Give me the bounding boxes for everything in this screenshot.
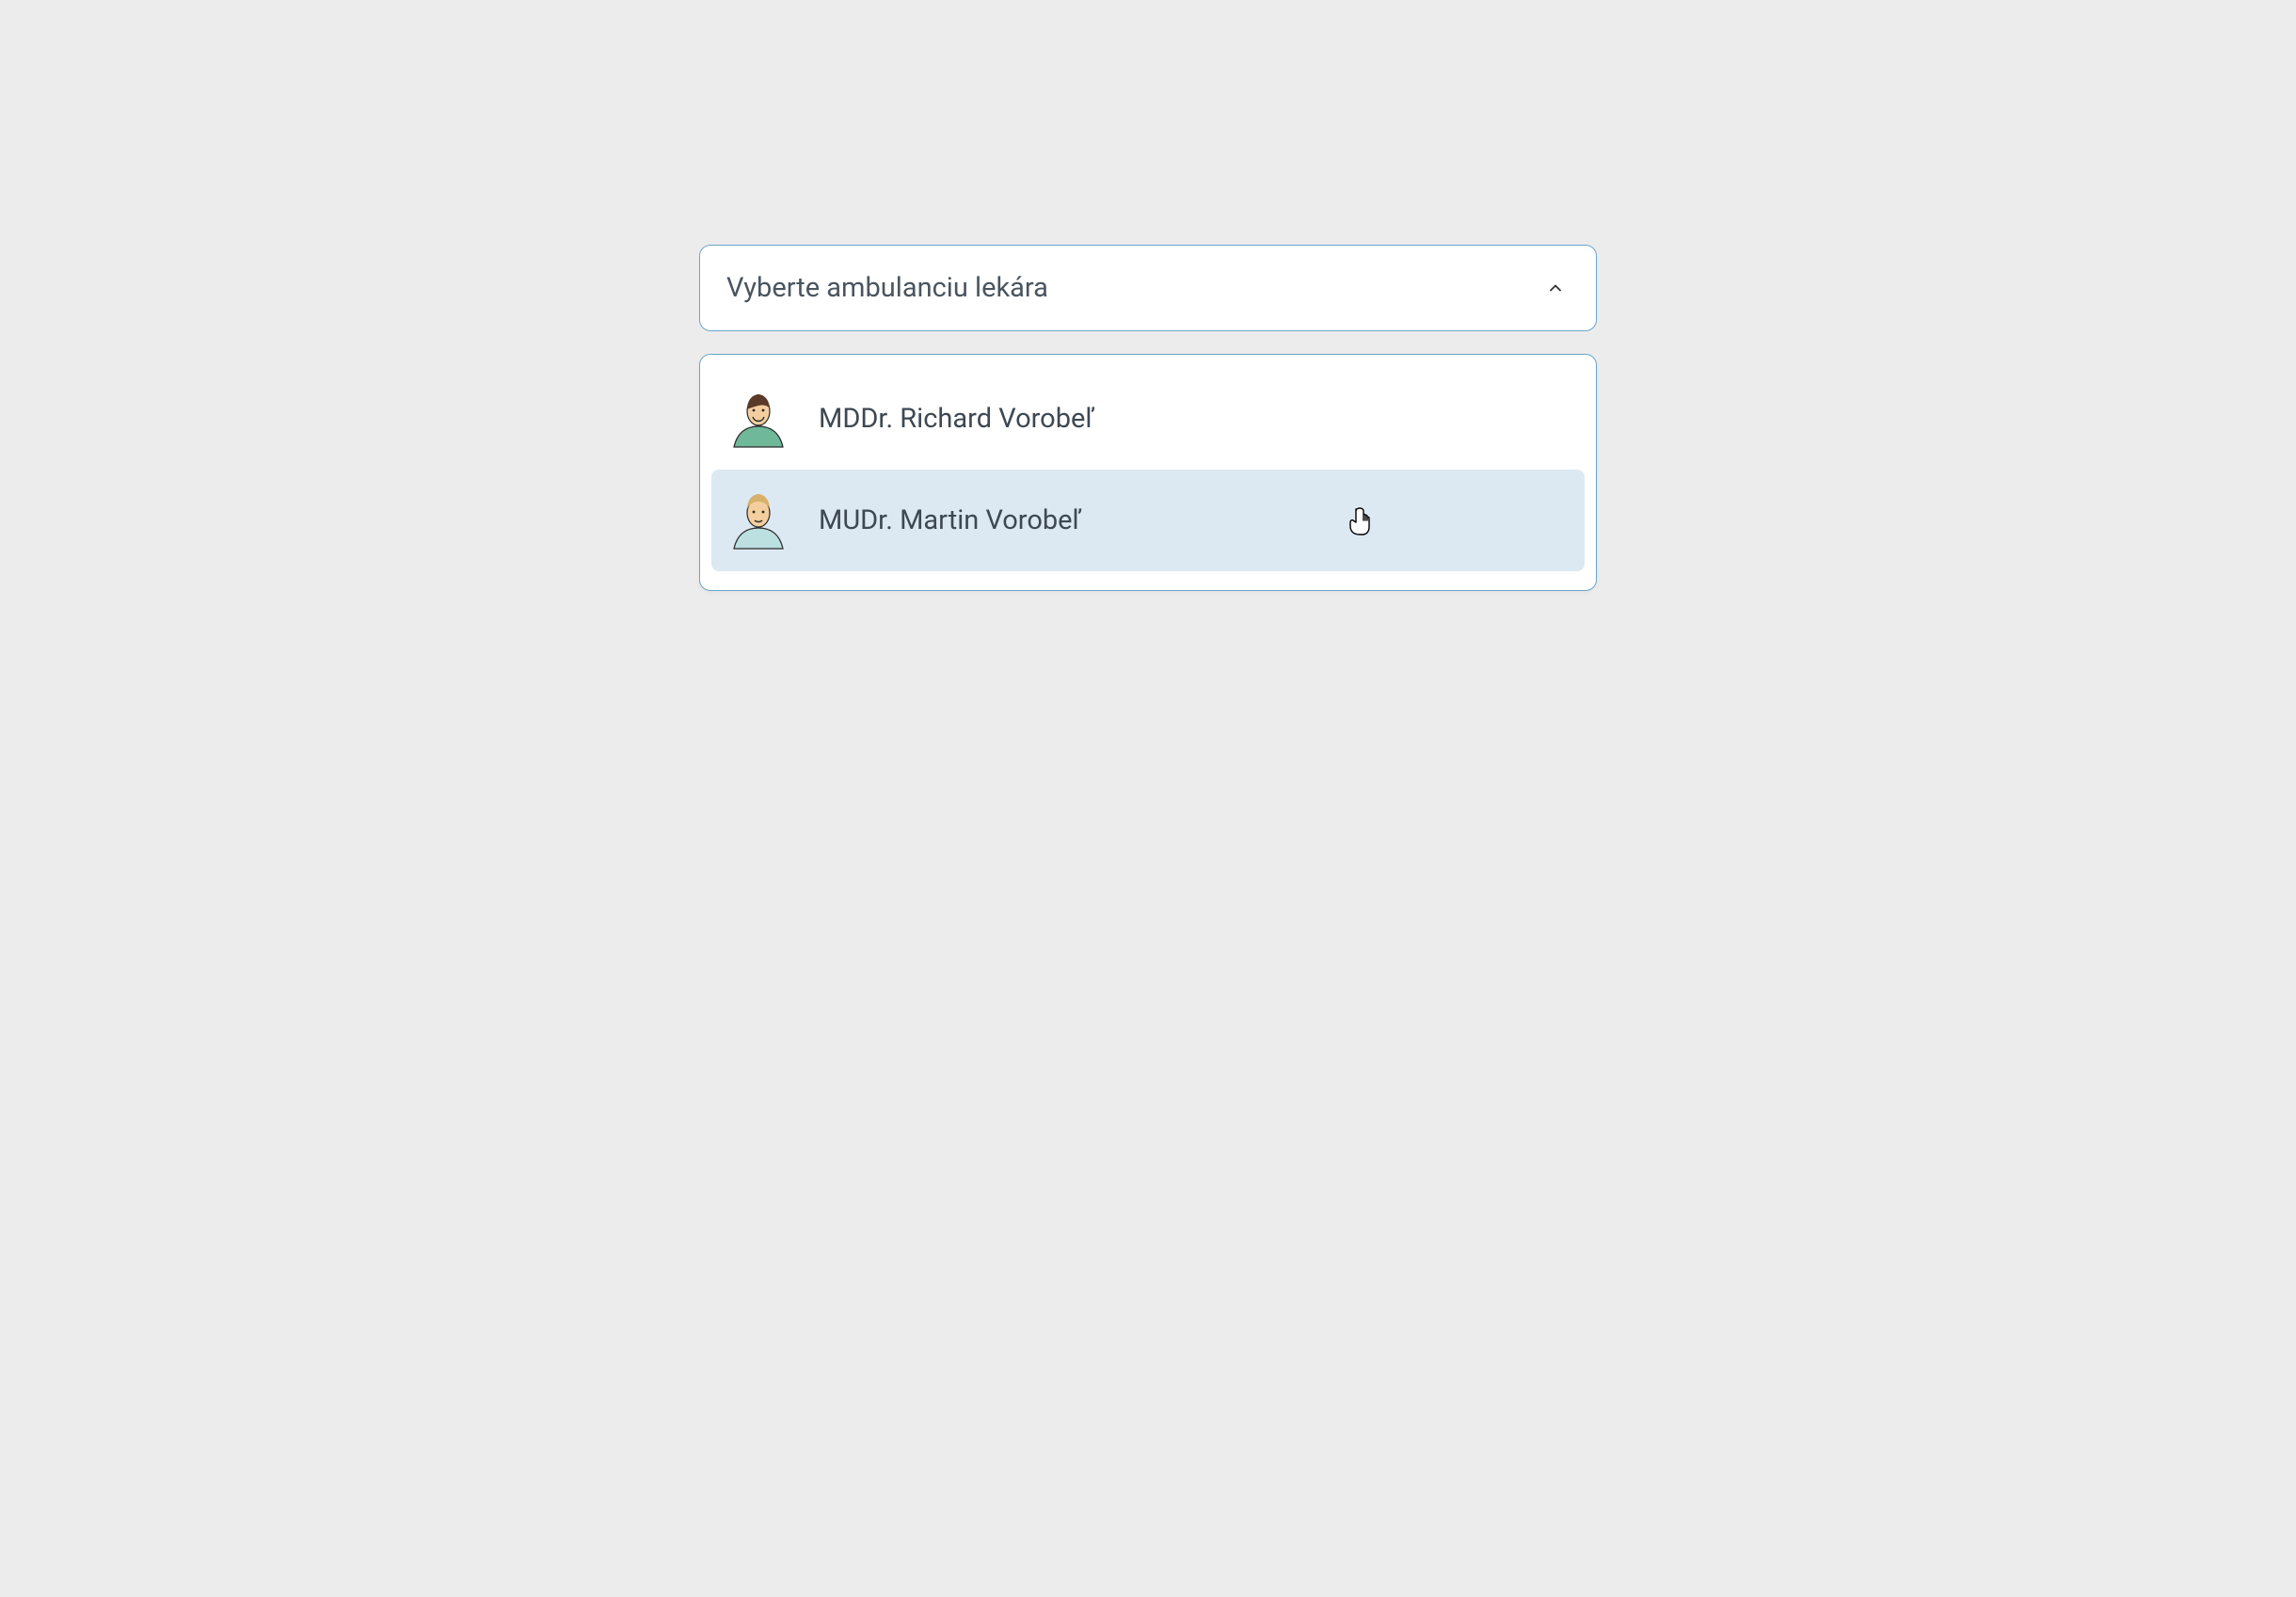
dropdown-option[interactable]: MUDr. Martin Vorobeľ xyxy=(711,470,1585,571)
dropdown-option[interactable]: MDDr. Richard Vorobeľ xyxy=(711,368,1585,470)
dropdown-option-label: MUDr. Martin Vorobeľ xyxy=(819,504,1081,536)
dropdown-option-label: MDDr. Richard Vorobeľ xyxy=(819,403,1094,435)
doctor-avatar-icon xyxy=(728,389,789,449)
doctor-select-container: Vyberte ambulanciu lekára MDDr. Richard xyxy=(699,245,1597,591)
chevron-up-icon xyxy=(1545,278,1566,298)
pointer-cursor-icon xyxy=(1349,507,1370,535)
dropdown-header[interactable]: Vyberte ambulanciu lekára xyxy=(699,245,1597,331)
dropdown-placeholder: Vyberte ambulanciu lekára xyxy=(726,272,1048,304)
dropdown-list: MDDr. Richard Vorobeľ MUDr. Martin Vorob… xyxy=(699,354,1597,591)
doctor-avatar-icon xyxy=(728,490,789,551)
